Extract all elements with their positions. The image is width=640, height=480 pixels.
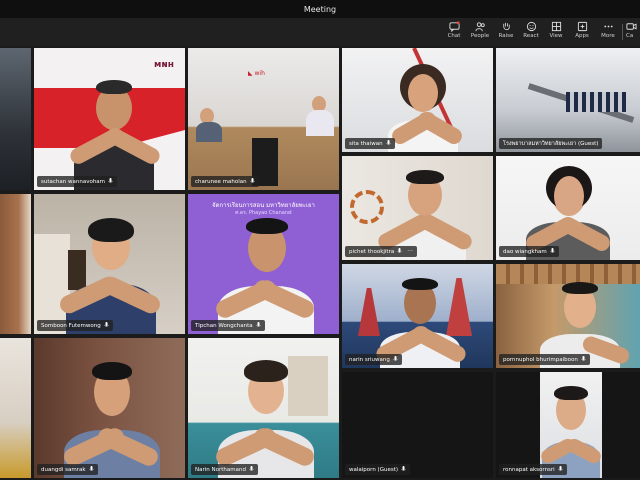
microphone-icon bbox=[249, 466, 254, 471]
participant-name: charunee maholan bbox=[195, 178, 247, 185]
people-button[interactable]: People bbox=[467, 21, 493, 45]
participant-name-tag: dao wiangkham bbox=[499, 246, 559, 257]
camera-label: Ca bbox=[626, 33, 634, 39]
microphone-icon bbox=[385, 140, 391, 145]
microphone-icon bbox=[255, 322, 261, 327]
participant-name-tag: ronnapat aksornsri bbox=[499, 464, 567, 475]
wall-logo: ◣ wih bbox=[248, 70, 265, 77]
people-icon bbox=[474, 22, 485, 32]
participant-name: Tipchan Wongchanta bbox=[195, 322, 253, 329]
participant-name-tag: duangdi samrak bbox=[37, 464, 98, 475]
participant-name-tag: walaiporn (Guest) bbox=[345, 464, 410, 475]
microphone-icon bbox=[558, 466, 563, 471]
video-tile[interactable]: Somboon Futemwong bbox=[34, 194, 185, 334]
participant-name-tag: Tipchan Wongchanta bbox=[191, 320, 265, 331]
participant-name: pornnuphol bhurimpaiboon bbox=[503, 356, 578, 363]
meeting-toolbar: Chat People Raise React View Apps More C… bbox=[0, 18, 640, 46]
participant-name-tag: pichet thookjitra ··· bbox=[345, 246, 417, 257]
microphone-icon bbox=[401, 466, 406, 471]
apps-label: Apps bbox=[575, 33, 589, 39]
video-tile[interactable]: duangdi samrak bbox=[34, 338, 185, 478]
video-tile[interactable]: sita thaiwan bbox=[342, 48, 493, 152]
view-icon bbox=[551, 21, 561, 32]
participant-name: dao wiangkham bbox=[503, 248, 547, 255]
more-label: More bbox=[601, 33, 615, 39]
more-icon bbox=[603, 25, 613, 28]
raise-hand-button[interactable]: Raise bbox=[493, 21, 519, 45]
title-bar: Meeting bbox=[0, 0, 640, 18]
microphone-icon bbox=[104, 322, 109, 327]
participant-name: pichet thookjitra bbox=[349, 248, 395, 255]
more-options-icon[interactable]: ··· bbox=[407, 248, 413, 255]
video-tile[interactable]: ᴍɴʜ sutachan wannavoham bbox=[34, 48, 185, 190]
raise-label: Raise bbox=[498, 33, 514, 39]
participant-name: sita thaiwan bbox=[349, 140, 383, 147]
participant-name: narin sriuwang bbox=[349, 356, 390, 363]
participant-name: walaiporn (Guest) bbox=[349, 466, 398, 473]
toolbar-divider bbox=[622, 24, 623, 40]
microphone-icon bbox=[550, 248, 555, 253]
microphone-icon bbox=[397, 248, 402, 253]
participant-name-tag: narin sriuwang bbox=[345, 354, 402, 365]
raise-hand-icon bbox=[502, 22, 510, 31]
gear-icon bbox=[350, 190, 384, 224]
microphone-icon bbox=[581, 356, 586, 361]
participant-name: Narin Northamand bbox=[195, 466, 246, 473]
video-tile-camera-off[interactable]: walaiporn (Guest) bbox=[342, 372, 493, 478]
window-title: Meeting bbox=[303, 4, 337, 14]
people-label: People bbox=[470, 33, 490, 39]
video-tile-partial[interactable] bbox=[0, 48, 31, 190]
participant-name-tag: Somboon Futemwong bbox=[37, 320, 113, 331]
microphone-icon bbox=[249, 178, 255, 183]
more-button[interactable]: More bbox=[595, 21, 621, 45]
video-tile-partial[interactable] bbox=[0, 194, 31, 334]
view-button[interactable]: View bbox=[543, 21, 569, 45]
microphone-icon bbox=[88, 466, 94, 471]
camera-icon bbox=[626, 23, 637, 30]
participant-name-tag: Narin Northamand bbox=[191, 464, 258, 475]
video-tile[interactable]: Narin Northamand bbox=[188, 338, 339, 478]
video-tile-partial[interactable] bbox=[0, 338, 31, 478]
video-tile[interactable]: dao wiangkham bbox=[496, 156, 640, 260]
camera-button[interactable]: Ca bbox=[626, 21, 640, 45]
video-tile[interactable]: โรงพยาบาลมหาวิทยาลัยพะเยา (Guest) bbox=[496, 48, 640, 152]
participant-name-tag: pornnuphol bhurimpaiboon bbox=[499, 354, 590, 365]
view-label: View bbox=[549, 33, 563, 39]
chat-icon bbox=[448, 21, 460, 32]
video-tile[interactable]: narin sriuwang bbox=[342, 264, 493, 368]
microphone-icon bbox=[108, 178, 113, 183]
video-tile[interactable]: ◣ wih charunee maholan bbox=[188, 48, 339, 190]
react-label: React bbox=[523, 33, 539, 39]
apps-button[interactable]: Apps bbox=[569, 21, 595, 45]
react-button[interactable]: React bbox=[518, 21, 544, 45]
video-tile[interactable]: ronnapat aksornsri bbox=[496, 372, 640, 478]
participant-name-tag: sita thaiwan bbox=[345, 138, 395, 149]
participant-name: sutachan wannavoham bbox=[41, 178, 106, 185]
video-tile[interactable]: pornnuphol bhurimpaiboon bbox=[496, 264, 640, 368]
participant-name-tag: โรงพยาบาลมหาวิทยาลัยพะเยา (Guest) bbox=[499, 138, 603, 149]
video-grid: ᴍɴʜ sutachan wannavoham Somboon Futemwon… bbox=[0, 46, 640, 480]
apps-icon bbox=[577, 21, 587, 32]
wall-sign: ᴍɴʜ bbox=[154, 60, 174, 70]
video-tile[interactable]: จัดการเรียนการสอน มหาวิทยาลัยพะเยา ศ.ดร.… bbox=[188, 194, 339, 334]
participant-name: Somboon Futemwong bbox=[41, 322, 101, 329]
microphone-icon bbox=[393, 356, 398, 361]
chat-button[interactable]: Chat bbox=[441, 21, 467, 45]
chat-label: Chat bbox=[447, 33, 461, 39]
participant-name-tag: charunee maholan bbox=[191, 176, 259, 187]
participant-name-tag: sutachan wannavoham bbox=[37, 176, 118, 187]
participant-name: duangdi samrak bbox=[41, 466, 86, 473]
participant-name: ronnapat aksornsri bbox=[503, 466, 555, 473]
video-tile[interactable]: pichet thookjitra ··· bbox=[342, 156, 493, 260]
participant-name: โรงพยาบาลมหาวิทยาลัยพะเยา (Guest) bbox=[503, 140, 599, 147]
react-icon bbox=[526, 21, 536, 32]
